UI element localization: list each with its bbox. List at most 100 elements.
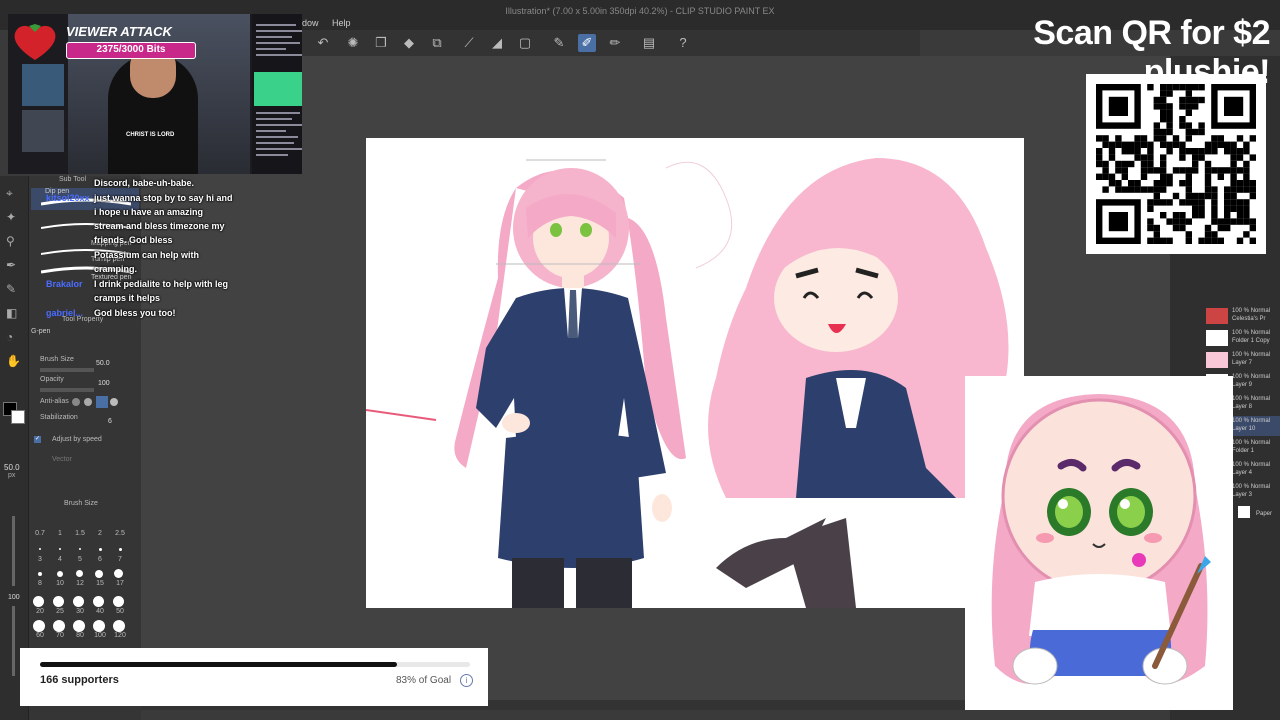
qr-module: [1204, 148, 1212, 155]
document-icon[interactable]: ▤: [640, 34, 658, 52]
qr-finder-pattern: [1108, 96, 1128, 116]
info-icon[interactable]: i: [460, 674, 473, 687]
qr-finder-pattern: [1108, 212, 1128, 232]
antialias-none-option[interactable]: [72, 398, 80, 406]
copy-icon[interactable]: ❐: [372, 34, 390, 52]
qr-module: [1249, 218, 1256, 225]
blend-tool-icon[interactable]: ◔: [6, 330, 20, 344]
qr-module: [1204, 192, 1212, 200]
help-icon[interactable]: ?: [674, 34, 692, 52]
qr-module: [1224, 186, 1231, 193]
qr-module: [1160, 141, 1167, 148]
antialias-medium-option[interactable]: [96, 396, 108, 408]
qr-module: [1160, 199, 1167, 206]
brush-size-label: Brush Size: [40, 356, 74, 363]
brush-size-option[interactable]: 10: [50, 580, 70, 587]
brush-size-option[interactable]: 50: [110, 608, 130, 615]
magic-wand-icon[interactable]: ✦: [6, 210, 20, 224]
opacity-value[interactable]: 100: [98, 380, 110, 387]
brush-size-option[interactable]: 8: [30, 580, 50, 587]
brush-size-panel-header: Brush Size: [64, 500, 98, 507]
brush-size-dot: [59, 548, 61, 550]
brush-size-option[interactable]: 3: [30, 556, 50, 563]
antialias-weak-option[interactable]: [84, 398, 92, 406]
qr-module: [1121, 141, 1128, 148]
qr-module: [1204, 160, 1212, 168]
qr-module: [1198, 84, 1205, 91]
qr-module: [1160, 109, 1167, 116]
brush-size-value[interactable]: 50.0: [96, 360, 110, 367]
brush-size-option[interactable]: 70: [50, 632, 70, 639]
menu-help[interactable]: Help: [332, 18, 351, 28]
brush-size-option[interactable]: 60: [30, 632, 50, 639]
brush-size-option[interactable]: 17: [110, 580, 130, 587]
stabilization-value[interactable]: 6: [108, 418, 112, 425]
pen-tool-icon[interactable]: ✒: [6, 258, 20, 272]
pen-icon[interactable]: ✎: [550, 34, 568, 52]
eraser-icon[interactable]: ◢: [488, 34, 506, 52]
brush-size-option[interactable]: 5: [70, 556, 90, 563]
opacity-slider[interactable]: [12, 606, 15, 676]
antialias-strong-option[interactable]: [110, 398, 118, 406]
brush-size-option[interactable]: 4: [50, 556, 70, 563]
brush-size-option[interactable]: 1: [50, 530, 70, 537]
fill-icon[interactable]: ◆: [400, 34, 418, 52]
brush-icon[interactable]: ✐: [578, 34, 596, 52]
select-icon[interactable]: ▢: [516, 34, 534, 52]
pencil-icon[interactable]: ✏: [606, 34, 624, 52]
brush-size-option[interactable]: 1.5: [70, 530, 90, 537]
brush-size-option[interactable]: 12: [70, 580, 90, 587]
qr-module: [1153, 199, 1160, 206]
brush-size-dot: [53, 596, 64, 607]
ruler-icon[interactable]: ⟋: [460, 34, 478, 52]
qr-module: [1121, 160, 1128, 168]
qr-module: [1230, 186, 1237, 193]
opacity-label: Opacity: [40, 376, 64, 383]
undo-icon[interactable]: ↶: [314, 34, 332, 52]
qr-module: [1153, 96, 1160, 104]
sub-color-swatch[interactable]: [11, 410, 25, 424]
settings-icon[interactable]: ✺: [344, 34, 362, 52]
qr-module: [1140, 186, 1148, 193]
layer-row[interactable]: 100 % Normal Folder 1 Copy: [1176, 328, 1280, 348]
layer-row[interactable]: 100 % Normal Layer 7: [1176, 350, 1280, 370]
brush-size-option[interactable]: 25: [50, 608, 70, 615]
qr-module: [1211, 231, 1218, 238]
brush-size-option[interactable]: 20: [30, 608, 50, 615]
brush-size-option[interactable]: 80: [70, 632, 90, 639]
brush-size-option[interactable]: 2: [90, 530, 110, 537]
eyedropper-icon[interactable]: ⚲: [6, 234, 20, 248]
menu-window[interactable]: dow: [302, 18, 319, 28]
size-slider[interactable]: [12, 516, 15, 586]
qr-module: [1172, 135, 1180, 142]
eraser-tool-icon[interactable]: ◧: [6, 306, 20, 320]
qr-module: [1179, 199, 1186, 206]
qr-module: [1134, 154, 1141, 161]
goal-progress-track: [40, 662, 470, 667]
brush-size-option[interactable]: 100: [90, 632, 110, 639]
qr-module: [1192, 128, 1199, 136]
transform-icon[interactable]: ⧉: [428, 34, 446, 52]
brush-size-option[interactable]: 30: [70, 608, 90, 615]
layer-row[interactable]: 100 % Normal Celestia's Pr: [1176, 306, 1280, 326]
qr-module: [1172, 224, 1180, 232]
qr-module: [1230, 180, 1237, 187]
brush-size-option[interactable]: 0.7: [30, 530, 50, 537]
brush-tool-icon[interactable]: ✎: [6, 282, 20, 296]
checkbox-checked-icon[interactable]: ✓: [34, 436, 41, 443]
qr-module: [1249, 237, 1256, 244]
brush-size-option[interactable]: 6: [90, 556, 110, 563]
qr-module: [1224, 199, 1231, 206]
canvas-paper[interactable]: [366, 138, 1024, 608]
brush-size-option[interactable]: 2.5: [110, 530, 130, 537]
brush-size-option[interactable]: 40: [90, 608, 110, 615]
qr-module: [1192, 160, 1199, 168]
brush-size-option[interactable]: 120: [110, 632, 130, 639]
brush-size-slider[interactable]: [40, 368, 94, 372]
hand-tool-icon[interactable]: ✋: [6, 354, 21, 368]
qr-module: [1192, 192, 1199, 200]
lasso-icon[interactable]: ⌖: [6, 186, 20, 200]
brush-size-option[interactable]: 7: [110, 556, 130, 563]
brush-size-option[interactable]: 15: [90, 580, 110, 587]
opacity-slider[interactable]: [40, 388, 94, 392]
